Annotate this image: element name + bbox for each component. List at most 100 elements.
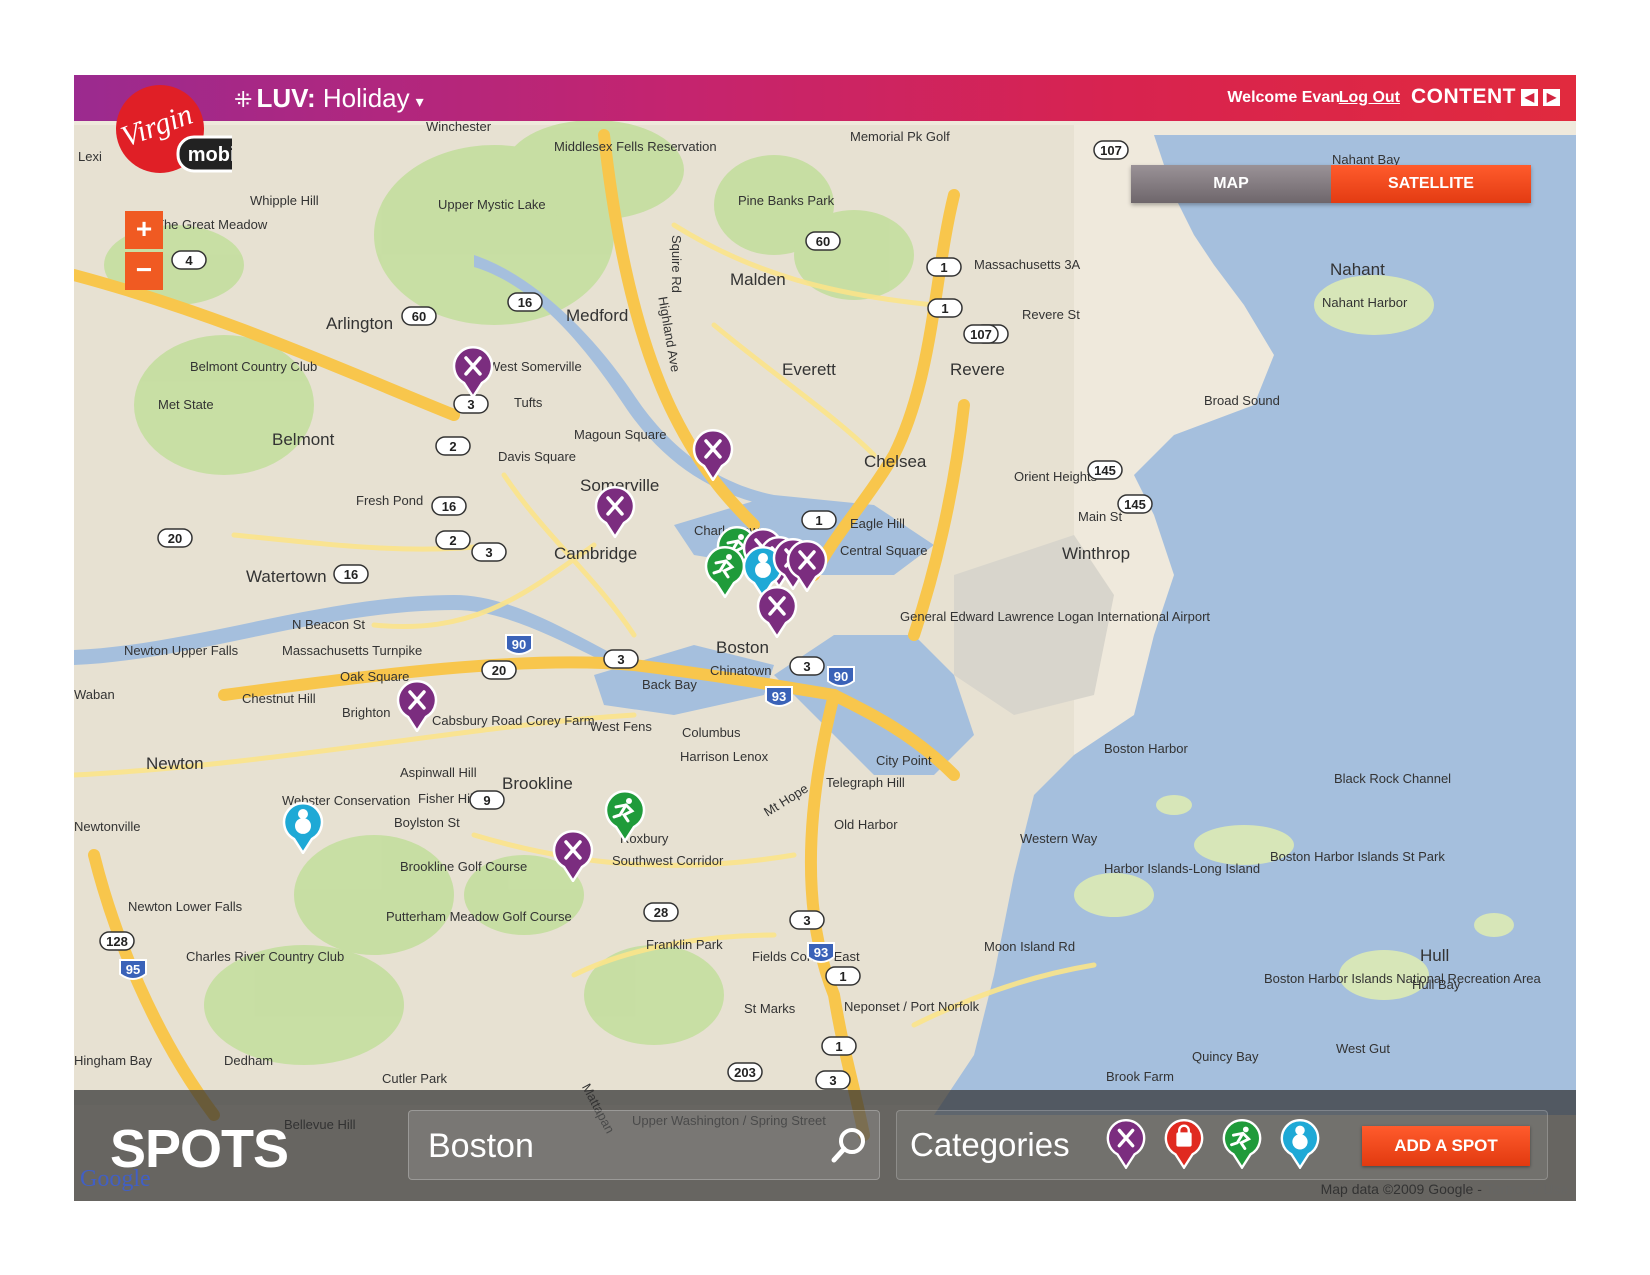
map-canvas[interactable]: Lexi Winchester Middlesex Fells Reservatio… — [74, 75, 1576, 1201]
place-label: Hull Bay — [1412, 977, 1461, 992]
category-shopping-bag-icon[interactable] — [1162, 1118, 1208, 1170]
place-label: Newton Upper Falls — [124, 643, 239, 658]
place-label: Massachusetts Turnpike — [282, 643, 422, 658]
place-label: Old Harbor — [834, 817, 898, 832]
map-marker-fork-knife-icon[interactable] — [754, 585, 800, 643]
map-marker-fork-knife-icon[interactable] — [550, 829, 596, 887]
place-label: Cambridge — [554, 544, 637, 563]
place-label: Memorial Pk Golf — [850, 129, 950, 144]
route-shield-label: 4 — [185, 253, 193, 268]
place-label: Boston Harbor Islands St Park — [1270, 849, 1445, 864]
search-icon[interactable] — [828, 1124, 870, 1166]
place-label: Arlington — [326, 314, 393, 333]
map-attribution: Map data ©2009 Google - Terms of Use — [1321, 1181, 1568, 1197]
route-shield: 20 — [157, 528, 193, 548]
place-label: Belmont — [272, 430, 335, 449]
app-section-menu[interactable]: ⁜ LUV: Holiday ▾ — [234, 83, 424, 114]
place-label: Lexi — [78, 149, 102, 164]
route-shield: 16 — [507, 292, 543, 312]
route-shield: 20 — [481, 660, 517, 680]
place-label: Fisher Hill — [418, 791, 476, 806]
place-label: Franklin Park — [646, 937, 723, 952]
route-shield-label: 20 — [492, 663, 506, 678]
place-label: Winchester — [426, 119, 492, 134]
place-label: Broad Sound — [1204, 393, 1280, 408]
welcome-text: Welcome Evan — [1227, 89, 1340, 106]
map-marker-fork-knife-icon[interactable] — [592, 485, 638, 543]
place-label: Massachusetts 3A — [974, 257, 1081, 272]
place-label: Eagle Hill — [850, 516, 905, 531]
map-marker-fork-knife-icon[interactable] — [450, 345, 496, 403]
place-label: Boston Harbor — [1104, 741, 1188, 756]
place-label: Middlesex Fells Reservation — [554, 139, 717, 154]
route-shield: 95 — [119, 959, 147, 980]
place-label: Harrison Lenox — [680, 749, 769, 764]
route-shield: 107 — [963, 324, 999, 344]
route-shield-label: 145 — [1094, 463, 1116, 478]
place-label: Putterham Meadow Golf Course — [386, 909, 572, 924]
place-label: Telegraph Hill — [826, 775, 905, 790]
route-shield: 16 — [333, 564, 369, 584]
zoom-in-button[interactable]: + — [125, 211, 163, 249]
route-shield: 4 — [171, 250, 207, 270]
route-shield: 93 — [765, 686, 793, 707]
place-label: West Fens — [590, 719, 652, 734]
grid-dots-icon: ⁜ — [234, 87, 253, 112]
route-shield-label: 1 — [839, 969, 846, 984]
add-spot-button[interactable]: ADD A SPOT — [1362, 1126, 1530, 1166]
place-label: Squire Rd — [669, 235, 684, 293]
place-label: Magoun Square — [574, 427, 667, 442]
route-shield-label: 95 — [126, 962, 140, 977]
route-shield-label: 3 — [485, 545, 492, 560]
map-type-satellite-button[interactable]: SATELLITE — [1331, 165, 1531, 203]
category-skater-icon[interactable] — [1220, 1118, 1266, 1170]
map-marker-skater-icon[interactable] — [602, 789, 648, 847]
place-label: Watertown — [246, 567, 327, 586]
place-label: City Point — [876, 753, 932, 768]
route-shield: 107 — [1093, 140, 1129, 160]
route-shield-label: 203 — [734, 1065, 756, 1080]
route-shield-label: 107 — [1100, 143, 1122, 158]
place-label: General Edward Lawrence Logan Internatio… — [900, 609, 1210, 624]
logout-link[interactable]: Log Out — [1339, 89, 1400, 107]
place-label: Newton — [146, 754, 204, 773]
route-shield-label: 93 — [814, 945, 828, 960]
route-shield-label: 145 — [1124, 497, 1146, 512]
next-arrow-icon[interactable]: ▶ — [1543, 89, 1560, 106]
map-marker-snowman-icon[interactable] — [280, 801, 326, 859]
terms-link[interactable]: Terms of Use — [1486, 1181, 1568, 1197]
place-label: Main St — [1078, 509, 1122, 524]
place-label: Black Rock Channel — [1334, 771, 1451, 786]
place-label: Boylston St — [394, 815, 460, 830]
route-shield: 2 — [435, 530, 471, 550]
route-shield: 2 — [435, 436, 471, 456]
route-shield-label: 60 — [816, 234, 830, 249]
search-input[interactable] — [426, 1124, 810, 1168]
place-label: Neponset / Port Norfolk — [844, 999, 980, 1014]
place-label: Harbor Islands-Long Island — [1104, 861, 1260, 876]
chevron-down-icon: ▾ — [415, 94, 424, 111]
map-type-map-button[interactable]: MAP — [1131, 165, 1331, 203]
route-shield: 1 — [825, 966, 861, 986]
route-shield: 3 — [603, 649, 639, 669]
place-label: N Beacon St — [292, 617, 365, 632]
zoom-out-button[interactable]: − — [125, 252, 163, 290]
place-label: Davis Square — [498, 449, 576, 464]
place-label: Belmont Country Club — [190, 359, 317, 374]
content-label: CONTENT — [1411, 85, 1516, 108]
place-label: Back Bay — [642, 677, 697, 692]
category-snowman-icon[interactable] — [1278, 1118, 1324, 1170]
map-marker-fork-knife-icon[interactable] — [394, 679, 440, 737]
route-shield-label: 90 — [834, 669, 848, 684]
map-marker-fork-knife-icon[interactable] — [690, 428, 736, 486]
route-shield: 90 — [505, 634, 533, 655]
place-label: Nahant Harbor — [1322, 295, 1408, 310]
svg-text:mobile: mobile — [188, 144, 232, 166]
place-label: Brookline Golf Course — [400, 859, 527, 874]
route-shield-label: 1 — [815, 513, 822, 528]
category-fork-knife-icon[interactable] — [1104, 1118, 1150, 1170]
route-shield: 1 — [801, 510, 837, 530]
route-shield: 3 — [815, 1070, 851, 1090]
route-shield: 1 — [926, 257, 962, 277]
prev-arrow-icon[interactable]: ◀ — [1521, 89, 1538, 106]
